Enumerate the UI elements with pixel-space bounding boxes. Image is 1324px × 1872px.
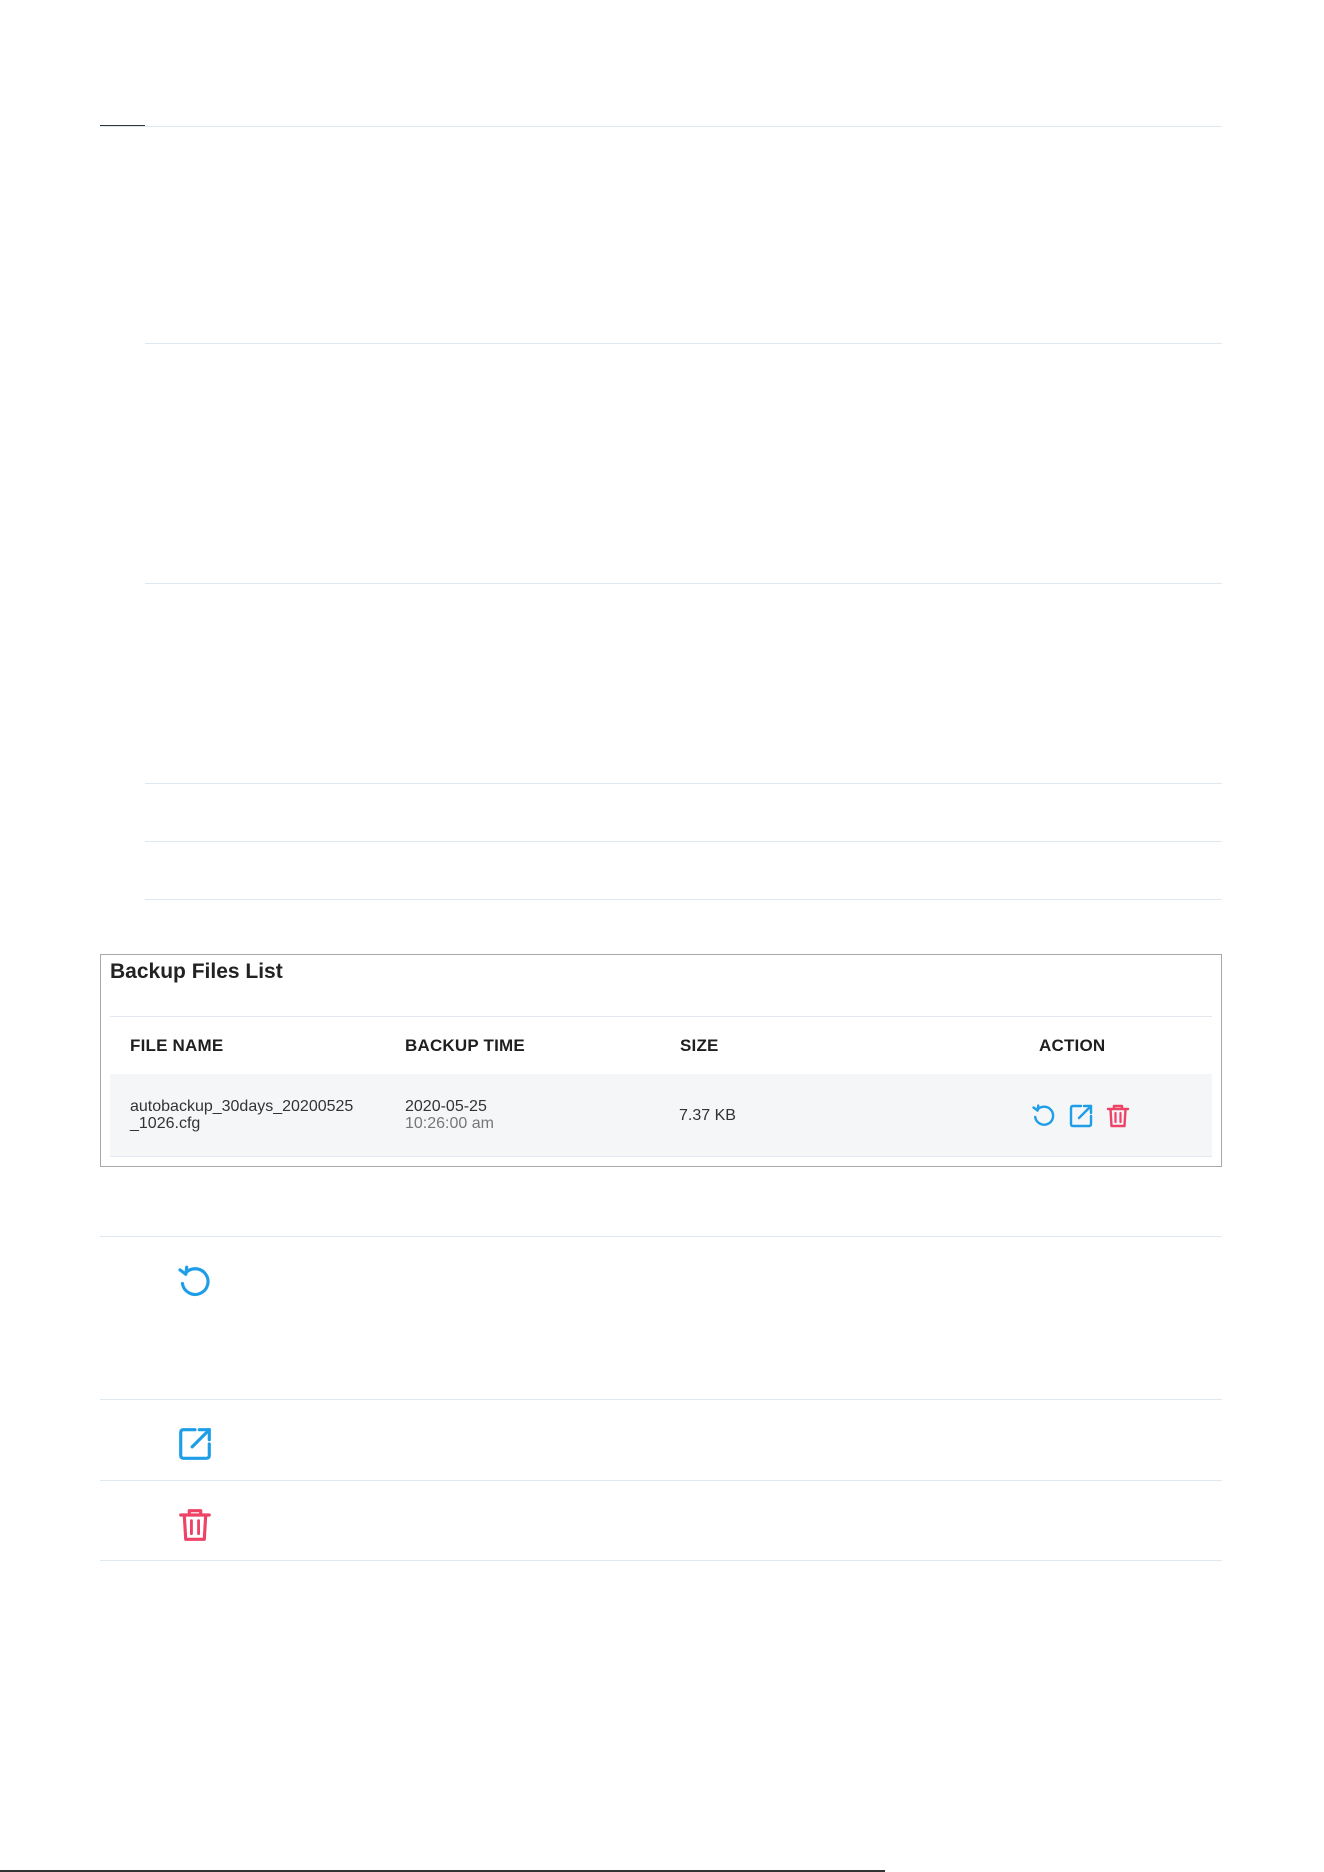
size-cell: 7.37 KB	[679, 1107, 736, 1124]
delete-icon[interactable]	[1104, 1102, 1132, 1130]
table-rule	[145, 343, 1222, 344]
legend-rule	[100, 1399, 1222, 1400]
restore-icon[interactable]	[1030, 1102, 1058, 1130]
column-header-size: SIZE	[680, 1036, 719, 1055]
table-header-rule	[110, 1016, 1212, 1017]
restore-icon	[175, 1262, 215, 1302]
file-name-line: autobackup_30days_20200525	[130, 1098, 354, 1115]
legend-rule	[100, 1480, 1222, 1481]
backup-time-cell: 2020-05-25 10:26:00 am	[405, 1098, 494, 1132]
export-icon[interactable]	[1067, 1102, 1095, 1130]
backup-date: 2020-05-25	[405, 1098, 487, 1115]
panel-title: Backup Files List	[110, 960, 283, 983]
table-rule	[145, 783, 1222, 784]
file-name-cell: autobackup_30days_20200525 _1026.cfg	[130, 1098, 353, 1132]
column-header-file-name: FILE NAME	[130, 1036, 224, 1055]
column-header-action: ACTION	[1039, 1036, 1106, 1055]
table-rule-bottom	[145, 899, 1222, 900]
legend-rule-bottom	[100, 1560, 1222, 1561]
table-row: autobackup_30days_20200525 _1026.cfg 202…	[110, 1074, 1212, 1157]
backup-files-panel: Backup Files List FILE NAME BACKUP TIME …	[100, 954, 1222, 1167]
export-icon	[175, 1424, 215, 1464]
table-rule	[145, 583, 1222, 584]
file-name-line: _1026.cfg	[130, 1115, 201, 1132]
table-rule	[145, 841, 1222, 842]
legend-rule-top	[100, 1236, 1222, 1237]
backup-time: 10:26:00 am	[405, 1115, 494, 1132]
table-rule-top	[100, 126, 1222, 127]
column-header-backup-time: BACKUP TIME	[405, 1036, 525, 1055]
action-icons	[1030, 1102, 1140, 1130]
delete-icon	[175, 1505, 215, 1545]
